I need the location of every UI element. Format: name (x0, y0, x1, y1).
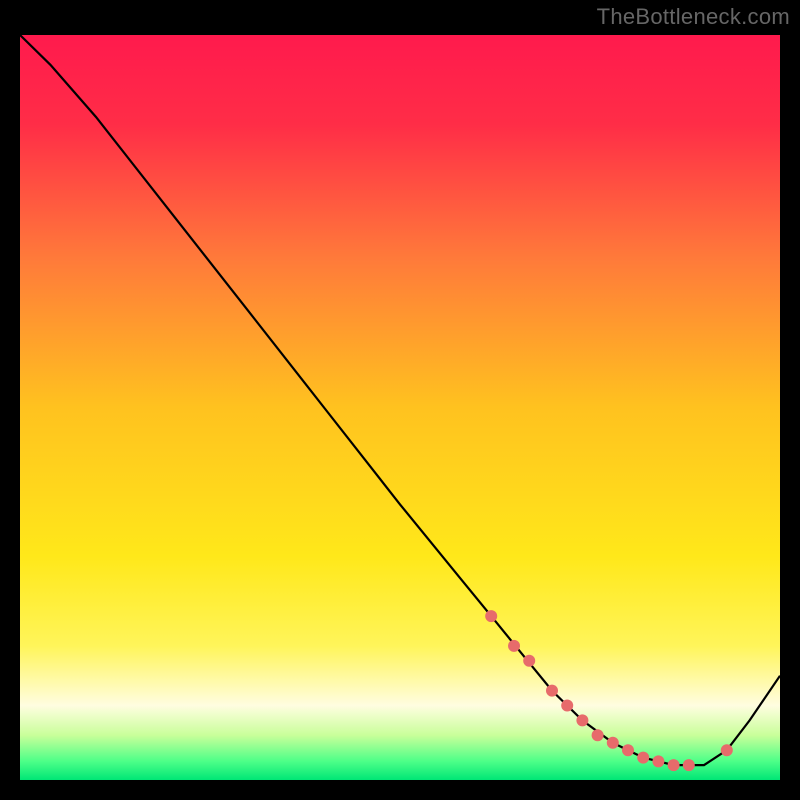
highlight-dot (652, 755, 664, 767)
highlight-dot (622, 744, 634, 756)
plot-svg (20, 35, 780, 780)
highlight-dot (576, 714, 588, 726)
gradient-background (20, 35, 780, 780)
highlight-dot (668, 759, 680, 771)
highlight-dot (546, 685, 558, 697)
attribution-label: TheBottleneck.com (597, 4, 790, 30)
highlight-dot (607, 737, 619, 749)
highlight-dot (508, 640, 520, 652)
chart-container: TheBottleneck.com (0, 0, 800, 800)
highlight-dot (523, 655, 535, 667)
highlight-dot (592, 729, 604, 741)
highlight-dot (683, 759, 695, 771)
highlight-dot (561, 700, 573, 712)
plot-frame (20, 35, 780, 780)
highlight-dot (721, 744, 733, 756)
highlight-dot (485, 610, 497, 622)
highlight-dot (637, 752, 649, 764)
